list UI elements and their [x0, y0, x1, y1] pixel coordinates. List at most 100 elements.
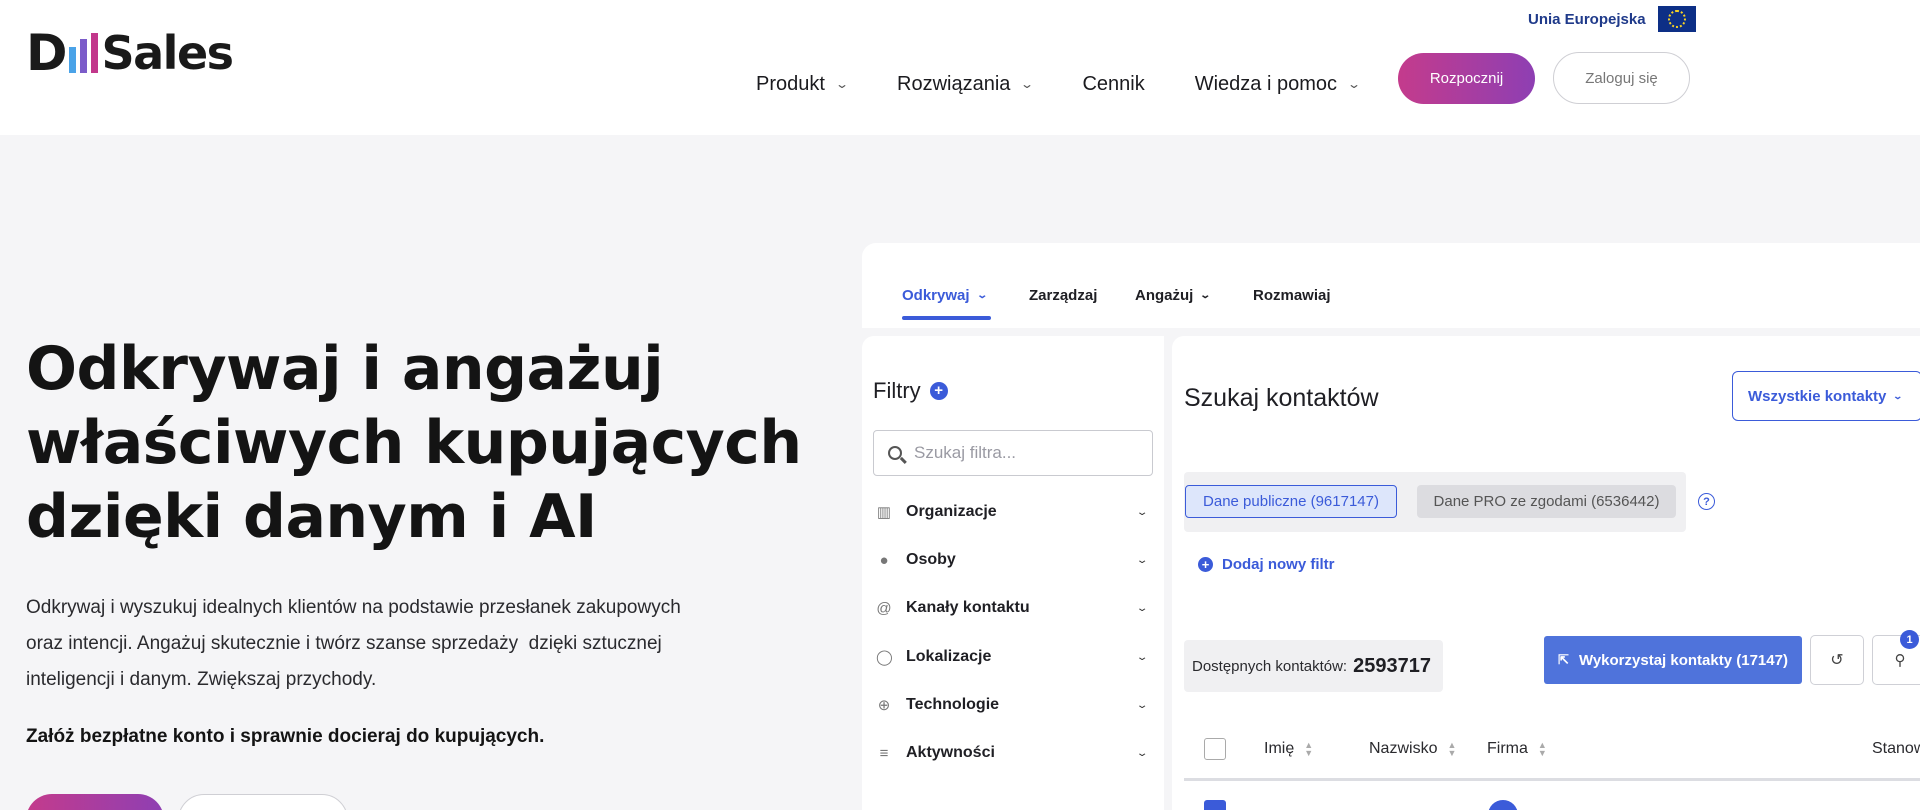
tab-label: Odkrywaj: [902, 287, 970, 304]
public-data-tab[interactable]: Dane publiczne (9617147): [1185, 485, 1397, 518]
nav-item-produkt[interactable]: Produkt ⌄: [756, 72, 850, 96]
tab-zarzadzaj[interactable]: Zarządzaj: [1029, 287, 1097, 304]
contacts-panel: Szukaj kontaktów Wszystkie kontakty ⌄ Da…: [1172, 336, 1920, 810]
tab-label: Angażuj: [1135, 287, 1194, 304]
dmsales-logo[interactable]: D Sales: [26, 24, 235, 82]
page-title: Szukaj kontaktów: [1184, 384, 1379, 412]
hero-desc-line: oraz intencji. Angażuj skutecznie i twór…: [26, 633, 662, 654]
chevron-down-icon: ⌄: [975, 290, 988, 301]
nav-item-label: Rozwiązania: [897, 72, 1011, 95]
filter-item-label: Aktywności: [906, 744, 995, 761]
nav-item-wiedza[interactable]: Wiedza i pomoc ⌄: [1194, 72, 1362, 96]
sort-icon: ▲ ▼: [1537, 740, 1547, 758]
start-button[interactable]: Rozpocznij: [1398, 53, 1535, 104]
globe-icon: ⊕: [877, 697, 891, 714]
logo-letter-d: D: [26, 24, 67, 82]
tab-label: Zarządzaj: [1029, 287, 1098, 304]
nav-item-label: Wiedza i pomoc: [1194, 72, 1337, 95]
hero-title-line: Odkrywaj i angażuj: [26, 334, 664, 404]
filter-item-kanaly-kontaktu[interactable]: @ Kanały kontaktu ⌄: [876, 596, 1152, 620]
nav-item-cennik[interactable]: Cennik: [1082, 73, 1144, 96]
help-icon[interactable]: ?: [1698, 493, 1715, 510]
logo-bars: [68, 33, 98, 73]
tab-angazuj[interactable]: Angażuj ⌄: [1135, 287, 1212, 304]
plus-circle-icon: +: [1198, 557, 1213, 572]
chevron-down-icon: ⌄: [1135, 699, 1149, 711]
add-new-filter-link[interactable]: + Dodaj nowy filtr: [1198, 556, 1335, 573]
pro-data-tab[interactable]: Dane PRO ze zgodami (6536442): [1417, 485, 1676, 518]
available-contacts-value: 2593717: [1353, 654, 1431, 677]
logo-bar-blue: [68, 47, 76, 73]
filter-search-input[interactable]: [914, 443, 1134, 463]
filter-item-label: Organizacje: [906, 503, 997, 520]
search-icon: [888, 446, 902, 460]
chevron-down-icon: ⌄: [1346, 77, 1362, 91]
column-header-label: Firma: [1487, 740, 1528, 757]
external-link-icon: ⇱: [1558, 652, 1569, 667]
chevron-down-icon: ⌄: [1199, 290, 1212, 301]
notification-badge: 1: [1900, 630, 1919, 649]
user-check-icon: ⚲: [1894, 652, 1906, 669]
hero-secondary-button[interactable]: [178, 794, 348, 810]
tab-odkrywaj[interactable]: Odkrywaj ⌄: [902, 287, 988, 304]
logo-bar-magenta: [90, 33, 98, 73]
eu-badge: Unia Europejska: [1528, 6, 1696, 32]
available-contacts-counter: Dostępnych kontaktów: 2593717: [1184, 640, 1443, 692]
hero-title-line: właściwych kupujących: [26, 408, 802, 478]
hero-cta-text: Załóż bezpłatne konto i sprawnie dociera…: [26, 726, 545, 747]
sort-icon: ▲ ▼: [1447, 740, 1457, 758]
chevron-down-icon: ⌄: [834, 77, 850, 91]
chevron-down-icon: ⌄: [1892, 390, 1904, 401]
nav-item-rozwiazania[interactable]: Rozwiązania ⌄: [897, 72, 1034, 96]
company-avatar: [1488, 800, 1518, 810]
location-icon: ◯: [876, 649, 893, 666]
use-contacts-button[interactable]: ⇱ Wykorzystaj kontakty (17147): [1544, 636, 1802, 684]
select-all-checkbox[interactable]: [1204, 738, 1226, 760]
database-icon: ≡: [879, 744, 889, 762]
filter-item-technologie[interactable]: ⊕ Technologie ⌄: [876, 693, 1152, 717]
login-button[interactable]: Zaloguj się: [1553, 52, 1690, 104]
filter-item-label: Osoby: [906, 551, 956, 568]
chevron-down-icon: ⌄: [1135, 747, 1149, 759]
filter-item-lokalizacje[interactable]: ◯ Lokalizacje ⌄: [876, 645, 1152, 669]
hero-title-line: dzięki danym i AI: [26, 482, 597, 552]
refresh-button[interactable]: ↺: [1810, 635, 1864, 685]
active-tab-indicator: [902, 316, 991, 320]
filter-item-organizacje[interactable]: ▥ Organizacje ⌄: [876, 500, 1152, 524]
column-header-imie[interactable]: Imię ▲ ▼: [1264, 740, 1313, 758]
chevron-down-icon: ⌄: [1135, 602, 1149, 614]
nav-item-label: Produkt: [756, 72, 825, 95]
row-checkbox[interactable]: [1204, 800, 1226, 810]
filter-item-label: Kanały kontaktu: [906, 599, 1030, 616]
hero-title: Odkrywaj i angażuj właściwych kupujących…: [26, 332, 806, 554]
add-filter-icon[interactable]: +: [929, 382, 948, 400]
add-filter-label: Dodaj nowy filtr: [1222, 556, 1335, 573]
building-icon: ▥: [876, 504, 892, 521]
hero-primary-button[interactable]: [26, 794, 164, 810]
site-header: D Sales Unia Europejska Produkt ⌄ Rozwią…: [0, 0, 1920, 135]
column-header-nazwisko[interactable]: Nazwisko ▲ ▼: [1369, 740, 1456, 758]
filter-item-label: Technologie: [906, 696, 1000, 713]
column-header-label: Stanow: [1872, 740, 1920, 757]
filter-item-aktywnosci[interactable]: ≡ Aktywności ⌄: [876, 741, 1152, 765]
app-tab-bar: Odkrywaj ⌄ Zarządzaj Angażuj ⌄ Rozmawiaj: [862, 243, 1920, 328]
all-contacts-label: Wszystkie kontakty: [1748, 387, 1887, 405]
eu-label: Unia Europejska: [1528, 10, 1646, 28]
all-contacts-dropdown[interactable]: Wszystkie kontakty ⌄: [1732, 371, 1920, 421]
hero-desc-line: inteligencji i danym. Zwiększaj przychod…: [26, 669, 377, 690]
chevron-down-icon: ⌄: [1135, 651, 1149, 663]
logo-text: Sales: [101, 26, 235, 80]
filters-panel: Filtry + ▥ Organizacje ⌄ ● Osoby ⌄ @ Kan…: [862, 336, 1164, 810]
available-contacts-label: Dostępnych kontaktów:: [1192, 657, 1348, 675]
nav-item-label: Cennik: [1082, 72, 1145, 95]
refresh-icon: ↺: [1830, 652, 1844, 669]
column-header-firma[interactable]: Firma ▲ ▼: [1487, 740, 1547, 758]
filter-item-osoby[interactable]: ● Osoby ⌄: [876, 548, 1152, 572]
table-header-divider: [1184, 778, 1920, 781]
eu-flag-icon: [1657, 6, 1696, 32]
filter-item-label: Lokalizacje: [906, 648, 992, 665]
logo-bar-purple: [79, 39, 87, 73]
column-header-stanowisko[interactable]: Stanow: [1872, 740, 1920, 758]
tab-rozmawiaj[interactable]: Rozmawiaj: [1253, 287, 1331, 304]
use-contacts-label: Wykorzystaj kontakty (17147): [1578, 651, 1788, 669]
